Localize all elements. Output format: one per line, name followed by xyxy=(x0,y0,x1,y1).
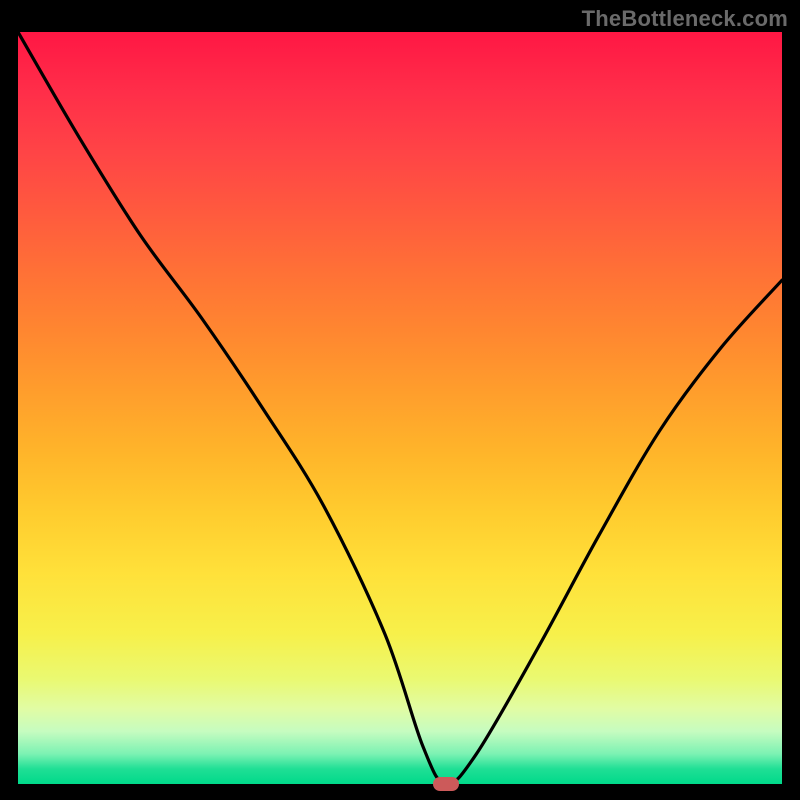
bottleneck-curve xyxy=(18,32,782,784)
plot-area xyxy=(18,32,782,784)
optimal-point-marker xyxy=(433,777,459,791)
chart-frame: TheBottleneck.com xyxy=(0,0,800,800)
watermark-text: TheBottleneck.com xyxy=(582,6,788,32)
curve-svg xyxy=(18,32,782,784)
